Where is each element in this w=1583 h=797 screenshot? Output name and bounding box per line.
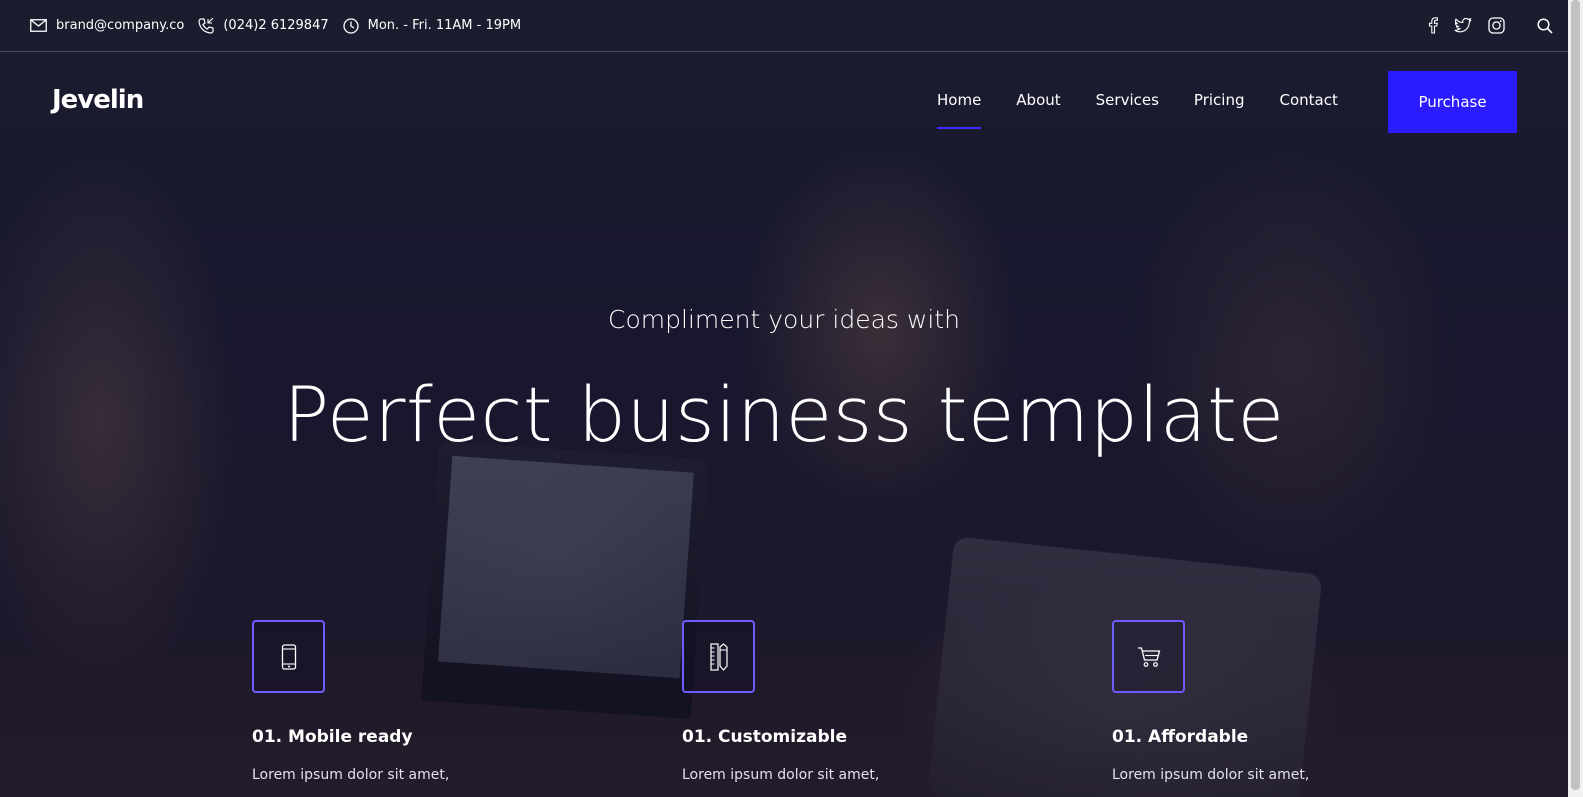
feature-title: 01. Customizable	[682, 727, 847, 747]
nav-home[interactable]: Home	[937, 91, 982, 129]
contact-info: brand@company.co (024)2 6129847 Mon. - F…	[30, 17, 535, 34]
hours-info: Mon. - Fri. 11AM - 19PM	[342, 17, 522, 34]
top-info-bar: brand@company.co (024)2 6129847 Mon. - F…	[0, 0, 1583, 52]
nav-pricing[interactable]: Pricing	[1194, 91, 1245, 109]
main-navbar: Jevelin Home About Services Pricing Cont…	[0, 53, 1583, 153]
phone-info[interactable]: (024)2 6129847	[198, 17, 329, 34]
mail-icon	[30, 19, 47, 32]
page-scrollbar[interactable]	[1568, 0, 1583, 797]
nav-services[interactable]: Services	[1096, 91, 1159, 109]
feature-icon-box[interactable]	[1112, 620, 1185, 693]
feature-title: 01. Mobile ready	[252, 727, 413, 747]
email-info[interactable]: brand@company.co	[30, 18, 184, 33]
phone-text: (024)2 6129847	[223, 18, 329, 33]
search-icon[interactable]	[1537, 17, 1553, 34]
hours-text: Mon. - Fri. 11AM - 19PM	[367, 18, 522, 33]
feature-text: Lorem ipsum dolor sit amet,	[682, 767, 880, 783]
phone-icon	[198, 17, 214, 34]
feature-customizable: 01. Customizable Lorem ipsum dolor sit a…	[682, 620, 982, 783]
scrollbar-thumb[interactable]	[1571, 0, 1580, 790]
feature-text: Lorem ipsum dolor sit amet,	[1112, 767, 1310, 783]
feature-mobile-ready: 01. Mobile ready Lorem ipsum dolor sit a…	[252, 620, 552, 783]
nav-about[interactable]: About	[1016, 91, 1060, 109]
site-logo[interactable]: Jevelin	[52, 85, 144, 115]
email-text: brand@company.co	[56, 18, 185, 33]
twitter-icon[interactable]	[1454, 18, 1472, 33]
pencil-ruler-icon	[709, 642, 728, 671]
purchase-button[interactable]: Purchase	[1388, 71, 1517, 133]
feature-text: Lorem ipsum dolor sit amet,	[252, 767, 450, 783]
feature-icon-box[interactable]	[682, 620, 755, 693]
hero-title: Perfect business template	[283, 370, 1285, 459]
facebook-icon[interactable]	[1428, 17, 1438, 34]
hero-subtitle: Compliment your ideas with	[608, 305, 960, 334]
social-links	[1412, 17, 1553, 34]
feature-affordable: 01. Affordable Lorem ipsum dolor sit ame…	[1112, 620, 1412, 783]
feature-icon-box[interactable]	[252, 620, 325, 693]
mobile-phone-icon	[281, 643, 296, 670]
main-nav: Home About Services Pricing Contact	[937, 91, 1373, 129]
shopping-cart-icon	[1137, 646, 1160, 667]
nav-contact[interactable]: Contact	[1279, 91, 1337, 109]
instagram-icon[interactable]	[1488, 17, 1505, 34]
feature-title: 01. Affordable	[1112, 727, 1249, 747]
clock-icon	[342, 17, 359, 34]
